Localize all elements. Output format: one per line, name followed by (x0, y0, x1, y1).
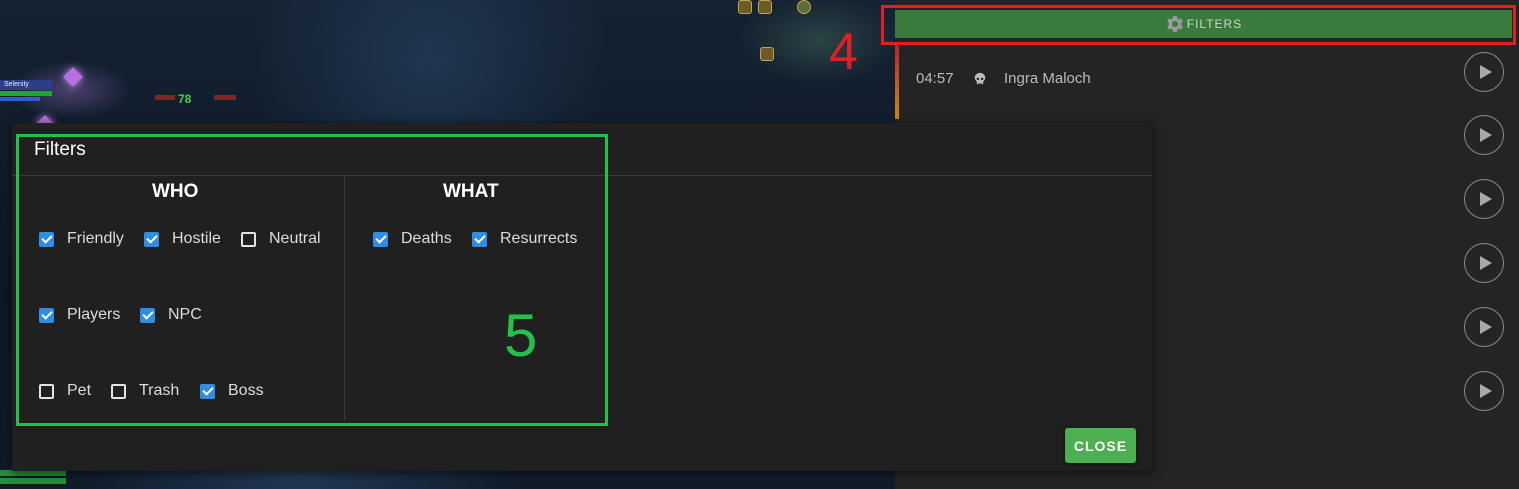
annotation-box-red (881, 5, 1516, 45)
screenshot-root: Selenity 78 FILTERS 04:57 Ingra Maloch F… (0, 0, 1519, 489)
event-time: 04:57 (916, 70, 954, 87)
annotation-box-green (16, 134, 608, 426)
buff-icon (738, 0, 752, 14)
skull-icon (974, 72, 986, 85)
buff-icon (758, 0, 772, 14)
unit-frame[interactable]: Selenity (0, 80, 52, 110)
unit-frame-name: Selenity (0, 80, 52, 90)
bottom-frame-bar (0, 478, 66, 484)
annotation-number-green: 5 (504, 302, 538, 369)
combat-text-bar (155, 95, 175, 100)
close-button[interactable]: CLOSE (1065, 428, 1136, 463)
combat-text: 78 (178, 92, 192, 106)
unit-mana-bar (0, 97, 40, 101)
event-name: Ingra Maloch (1004, 70, 1091, 87)
buff-icon (760, 47, 774, 61)
crystal-icon (63, 67, 83, 87)
minimap-icon (797, 0, 811, 14)
unit-health-bar (0, 91, 52, 96)
combat-text-bar (214, 95, 236, 100)
play-button[interactable] (1464, 115, 1504, 155)
play-button[interactable] (1464, 179, 1504, 219)
play-button[interactable] (1464, 52, 1504, 92)
play-button[interactable] (1464, 307, 1504, 347)
play-button[interactable] (1464, 371, 1504, 411)
annotation-number-red: 4 (829, 23, 858, 81)
event-row[interactable]: 04:57 Ingra Maloch (895, 52, 1519, 116)
play-button[interactable] (1464, 243, 1504, 283)
